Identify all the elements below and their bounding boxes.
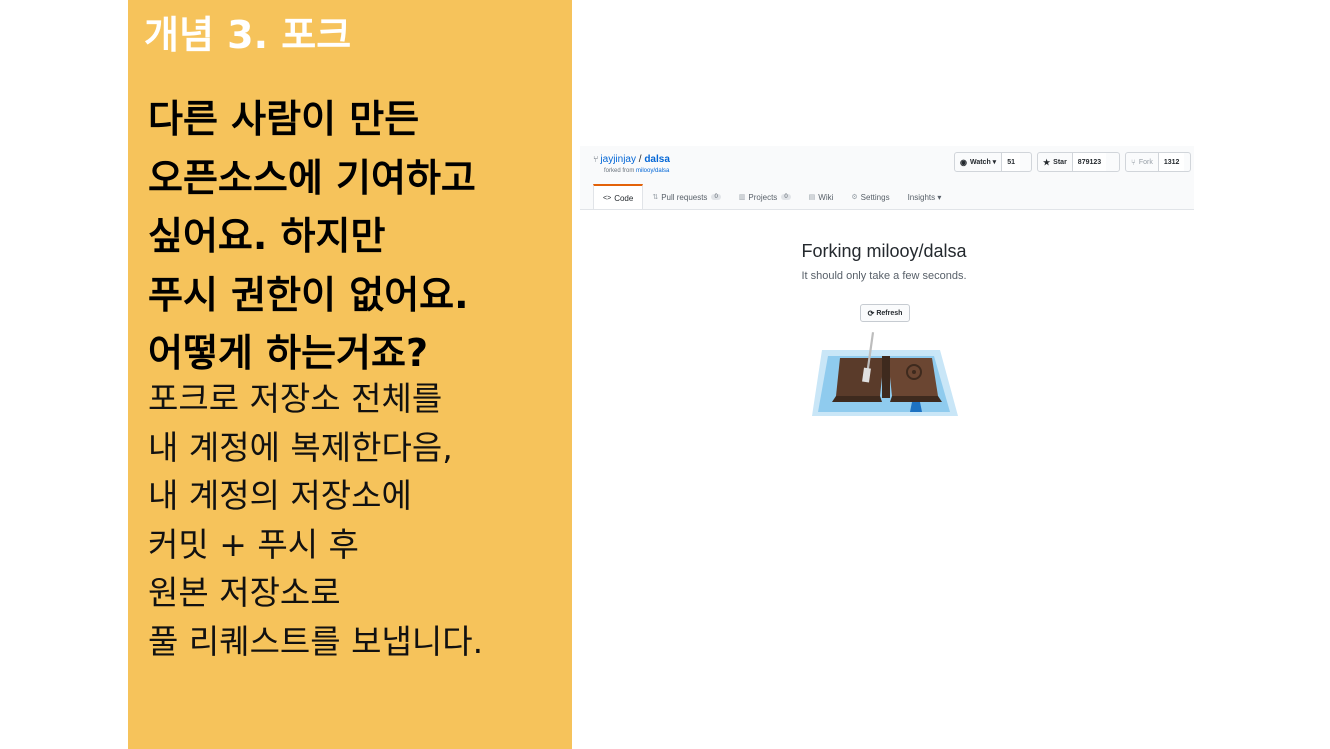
answer-line: 내 계정의 저장소에	[148, 476, 412, 515]
forking-subtitle: It should only take a few seconds.	[801, 270, 967, 282]
eye-icon: ◉	[960, 157, 967, 167]
concept-title: 개념 3. 포크	[144, 13, 352, 57]
repo-name-link[interactable]: dalsa	[644, 154, 670, 165]
answer-text: 포크로 저장소 전체를 내 계정에 복제한다음, 내 계정의 저장소에 커밋 +…	[148, 375, 483, 666]
tab-label: Wiki	[818, 192, 834, 202]
answer-line: 내 계정에 복제한다음,	[148, 427, 453, 467]
fork-count[interactable]: 1312	[1157, 153, 1185, 171]
fork-button[interactable]: ⑂ Fork 1312	[1125, 152, 1191, 172]
projects-icon: ▥	[738, 194, 746, 201]
code-icon: <>	[603, 194, 612, 202]
tab-badge: 0	[781, 194, 791, 200]
pull-request-icon: ⇅	[652, 194, 659, 201]
github-repo-header: ⑂ jayjinjay / dalsa forked from milooy/da…	[580, 146, 1194, 210]
tab-projects[interactable]: ▥ Projects 0	[730, 184, 800, 210]
forked-from-label: forked from	[604, 168, 635, 174]
tab-label: Insights ▾	[907, 192, 942, 202]
repo-fork-icon: ⑂	[593, 154, 599, 164]
answer-line: 커밋 + 푸시 후	[148, 524, 359, 564]
watch-count[interactable]: 51	[1001, 153, 1020, 171]
tab-pull-requests[interactable]: ⇅ Pull requests 0	[643, 184, 729, 210]
tab-label: Code	[614, 193, 634, 203]
answer-line: 원본 저장소로	[148, 573, 341, 612]
question-line: 오픈소스에 기여하고	[148, 155, 476, 200]
forking-book-illustration	[812, 332, 958, 416]
question-line: 푸시 권한이 없어요.	[148, 272, 469, 317]
answer-line: 풀 리퀘스트를 보냅니다.	[148, 621, 484, 661]
forked-from-note: forked from milooy/dalsa	[604, 168, 669, 174]
repo-path: ⑂ jayjinjay / dalsa	[593, 154, 670, 165]
gear-icon: ⚙	[851, 194, 858, 201]
refresh-button[interactable]: ⟳ Refresh	[860, 304, 910, 322]
star-icon: ★	[1043, 157, 1051, 167]
tab-settings[interactable]: ⚙ Settings	[842, 184, 898, 210]
watch-label: Watch ▾	[969, 159, 997, 166]
fork-icon: ⑂	[1131, 157, 1136, 167]
tab-label: Settings	[860, 192, 890, 202]
tab-code[interactable]: <> Code	[593, 184, 644, 210]
refresh-label: Refresh	[876, 309, 903, 317]
tab-label: Projects	[748, 192, 778, 202]
tab-label: Pull requests	[661, 192, 708, 202]
repo-tabs: <> Code ⇅ Pull requests 0 ▥ Projects 0 ▤ Wiki …	[593, 184, 950, 210]
forked-source-link[interactable]: milooy/dalsa	[636, 168, 669, 174]
wiki-icon: ▤	[808, 194, 816, 201]
refresh-icon: ⟳	[867, 308, 875, 318]
fork-label: Fork	[1138, 158, 1153, 166]
star-count[interactable]: 879123	[1071, 153, 1107, 171]
forking-title: Forking milooy/dalsa	[801, 241, 967, 261]
question-text: 다른 사람이 만든 오픈소스에 기여하고 싶어요. 하지만 푸시 권한이 없어요…	[148, 90, 476, 383]
repo-separator: /	[638, 154, 642, 165]
star-button[interactable]: ★ Star 879123	[1037, 152, 1120, 172]
tab-divider	[580, 209, 1194, 210]
question-line: 싶어요. 하지만	[148, 214, 386, 258]
star-label: Star	[1053, 158, 1067, 166]
answer-line: 포크로 저장소 전체를	[148, 379, 443, 418]
question-line: 다른 사람이 만든	[148, 97, 420, 141]
repo-owner-link[interactable]: jayjinjay	[600, 154, 636, 165]
tab-badge: 0	[711, 194, 721, 200]
tab-wiki[interactable]: ▤ Wiki	[800, 184, 843, 210]
tab-insights[interactable]: Insights ▾	[899, 184, 951, 210]
watch-button[interactable]: ◉ Watch ▾ 51	[954, 152, 1032, 172]
question-line: 어떻게 하는거죠?	[148, 331, 428, 375]
slide-text-panel: 개념 3. 포크 다른 사람이 만든 오픈소스에 기여하고 싶어요. 하지만 푸…	[128, 0, 572, 749]
